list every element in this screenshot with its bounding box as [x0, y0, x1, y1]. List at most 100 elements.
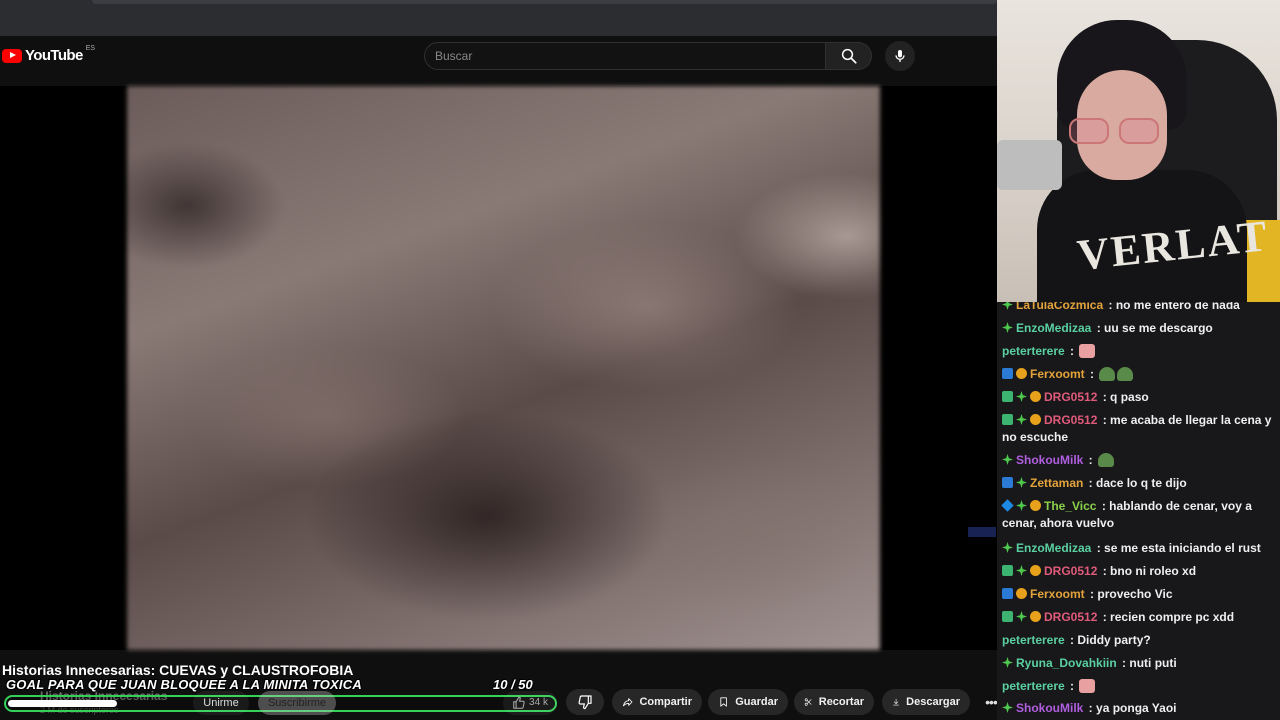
chat-message: DRG0512 : me acaba de llegar la cena y n…	[1002, 412, 1278, 446]
chat-separator: :	[1085, 476, 1097, 490]
scissors-icon	[804, 698, 812, 706]
green-badge-icon[interactable]	[1016, 565, 1027, 576]
green-badge-icon[interactable]	[1002, 302, 1013, 310]
country-code: ES	[85, 45, 96, 52]
gold-badge-icon[interactable]	[1016, 368, 1027, 379]
share-label: Compartir	[639, 696, 692, 708]
chat-username[interactable]: ShokouMilk	[1016, 701, 1083, 715]
chat-username[interactable]: Ferxoomt	[1030, 367, 1085, 381]
chat-separator: :	[1066, 679, 1078, 693]
chat-separator: :	[1093, 321, 1105, 335]
blue-badge-icon[interactable]	[1002, 588, 1013, 599]
chat-message: Ferxoomt : provecho Vic	[1002, 586, 1173, 603]
gold-badge-icon[interactable]	[1030, 500, 1041, 511]
chat-username[interactable]: Zettaman	[1030, 476, 1083, 490]
chat-username[interactable]: peterterere	[1002, 679, 1065, 693]
download-label: Descargar	[906, 696, 960, 708]
chat-username[interactable]: DRG0512	[1044, 413, 1097, 427]
gold-badge-icon[interactable]	[1016, 588, 1027, 599]
browser-top-bar	[0, 0, 997, 36]
chat-username[interactable]: LaTulaCozmica	[1016, 302, 1103, 312]
subscribe-button[interactable]: Suscribirme	[258, 691, 336, 715]
chat-username[interactable]: peterterere	[1002, 344, 1065, 358]
gold-badge-icon[interactable]	[1030, 611, 1041, 622]
green-badge-icon[interactable]	[1016, 500, 1027, 511]
thumbs-up-icon	[513, 696, 525, 709]
microphone-arm	[997, 140, 1062, 190]
green-badge-icon[interactable]	[1016, 477, 1027, 488]
dislike-button[interactable]	[566, 689, 604, 715]
chat-separator: :	[1118, 656, 1130, 670]
share-button[interactable]: Compartir	[612, 689, 702, 715]
gold-badge-icon[interactable]	[1030, 565, 1041, 576]
chat-username[interactable]: DRG0512	[1044, 390, 1097, 404]
twitch-chat: LaTulaCozmica : no me entero de nada Enzo…	[997, 302, 1280, 720]
green-badge-icon[interactable]	[1016, 611, 1027, 622]
blue-badge-icon[interactable]	[1002, 477, 1013, 488]
chat-separator: :	[1086, 367, 1098, 381]
chat-separator: :	[1085, 701, 1097, 715]
gold-badge-icon[interactable]	[1030, 414, 1041, 425]
cube-badge-icon[interactable]	[1002, 391, 1013, 402]
like-button[interactable]: 34 k	[503, 691, 557, 715]
green-badge-icon[interactable]	[1002, 322, 1013, 333]
goal-progress-fill	[8, 700, 117, 707]
green-badge-icon[interactable]	[1002, 702, 1013, 713]
green-badge-icon[interactable]	[1002, 657, 1013, 668]
chat-message: The_Vicc : hablando de cenar, voy a cena…	[1001, 498, 1278, 532]
green-badge-icon[interactable]	[1002, 454, 1013, 465]
join-button[interactable]: Unirme	[193, 691, 249, 715]
video-frame[interactable]	[127, 86, 880, 650]
chat-username[interactable]: Ferxoomt	[1030, 587, 1085, 601]
green-badge-icon[interactable]	[1016, 391, 1027, 402]
chat-separator: :	[1099, 390, 1111, 404]
chat-message: peterterere : Diddy party?	[1002, 632, 1151, 649]
chat-message-text: provecho Vic	[1097, 587, 1173, 601]
chat-message-text: q paso	[1110, 390, 1149, 404]
browser-tab-edge	[92, 0, 997, 4]
green-badge-icon[interactable]	[1016, 414, 1027, 425]
chat-username[interactable]: EnzoMedizaa	[1016, 541, 1091, 555]
chat-message: Ferxoomt :	[1002, 366, 1134, 383]
save-button[interactable]: Guardar	[708, 689, 788, 715]
chat-message: peterterere :	[1002, 343, 1096, 360]
chat-username[interactable]: DRG0512	[1044, 564, 1097, 578]
search-input[interactable]: Buscar	[424, 42, 826, 70]
dia-badge-icon[interactable]	[1001, 499, 1014, 512]
chat-message-text: uu se me descargo	[1104, 321, 1213, 335]
cube-badge-icon[interactable]	[1002, 611, 1013, 622]
video-player[interactable]	[0, 86, 997, 650]
download-button[interactable]: Descargar	[882, 689, 970, 715]
chat-message-text: ya ponga Yaoi	[1096, 701, 1177, 715]
clip-button[interactable]: Recortar	[794, 689, 874, 715]
youtube-play-icon	[2, 48, 22, 63]
chat-message: DRG0512 : bno ni roleo xd	[1002, 563, 1196, 580]
search-button[interactable]	[826, 42, 872, 70]
chat-message: Zettaman : dace lo q te dijo	[1002, 475, 1187, 492]
chat-username[interactable]: The_Vicc	[1044, 499, 1096, 513]
chat-username[interactable]: peterterere	[1002, 633, 1065, 647]
cube-badge-icon[interactable]	[1002, 414, 1013, 425]
chat-username[interactable]: ShokouMilk	[1016, 453, 1083, 467]
like-count: 34 k	[529, 697, 548, 708]
chat-message-text: se me esta iniciando el rust	[1104, 541, 1261, 555]
blue-badge-icon[interactable]	[1002, 368, 1013, 379]
chat-separator: :	[1099, 564, 1111, 578]
pink-emote-icon	[1079, 679, 1096, 693]
chat-username[interactable]: EnzoMedizaa	[1016, 321, 1091, 335]
streamer-glasses	[1069, 118, 1165, 144]
youtube-logo[interactable]: YouTube ES	[2, 45, 96, 64]
chat-message: EnzoMedizaa : se me esta iniciando el ru…	[1002, 540, 1261, 557]
chat-username[interactable]: Ryuna_Dovahkiin	[1016, 656, 1117, 670]
chat-username[interactable]: DRG0512	[1044, 610, 1097, 624]
chat-separator: :	[1105, 302, 1116, 312]
search-icon	[841, 48, 857, 64]
cube-badge-icon[interactable]	[1002, 565, 1013, 576]
chat-message-text: bno ni roleo xd	[1110, 564, 1197, 578]
gold-badge-icon[interactable]	[1030, 391, 1041, 402]
chat-separator: :	[1098, 499, 1110, 513]
chat-message: EnzoMedizaa : uu se me descargo	[1002, 320, 1213, 337]
green-badge-icon[interactable]	[1002, 542, 1013, 553]
youtube-header: YouTube ES Buscar	[0, 36, 997, 82]
voice-search-button[interactable]	[885, 41, 915, 71]
